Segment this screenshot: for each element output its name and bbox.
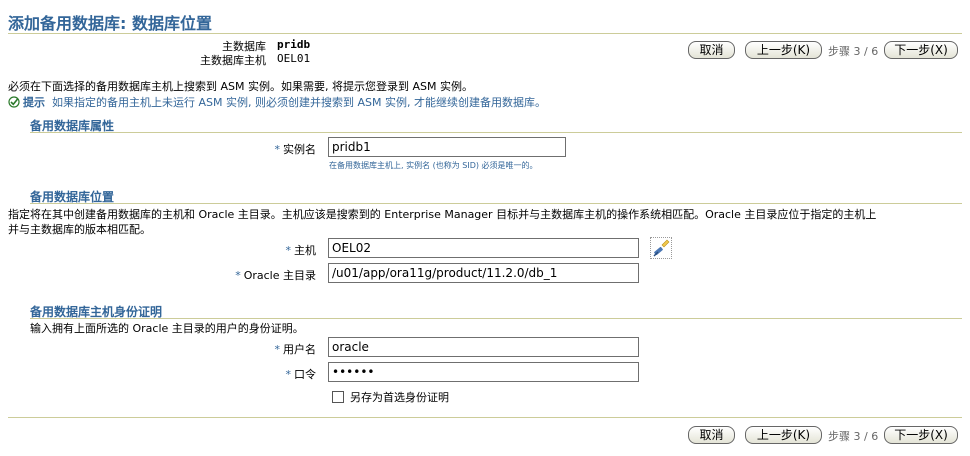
title-divider — [8, 33, 962, 34]
instance-name-input[interactable]: pridb1 — [328, 137, 566, 157]
location-description-line1: 指定将在其中创建备用数据库的主机和 Oracle 主目录。主机应该是搜索到的 E… — [8, 208, 877, 221]
search-host-button[interactable] — [650, 237, 672, 259]
back-button-bottom[interactable]: 上一步(K) — [745, 426, 822, 444]
location-description-line2: 并与主数据库的版本相匹配。 — [8, 223, 151, 236]
step-indicator-top: 步骤 3 / 6 — [828, 45, 879, 58]
host-input[interactable]: OEL02 — [328, 238, 639, 258]
primary-host-value: OEL01 — [277, 52, 311, 65]
oracle-home-label: * Oracle 主目录 — [235, 269, 316, 282]
location-divider — [30, 203, 962, 204]
primary-host-label: 主数据库主机 — [200, 54, 266, 67]
tip-label: 提示 — [23, 96, 45, 109]
attributes-divider — [30, 132, 962, 133]
password-input[interactable]: •••••• — [328, 362, 639, 382]
instance-name-hint: 在备用数据库主机上, 实例名 (也称为 SID) 必须是唯一的。 — [329, 161, 538, 170]
page-title: 添加备用数据库: 数据库位置 — [8, 14, 212, 33]
check-icon — [8, 96, 20, 108]
bottom-divider — [8, 417, 962, 418]
step-indicator-bottom: 步骤 3 / 6 — [828, 430, 879, 443]
host-label: * 主机 — [285, 244, 317, 257]
password-label: * 口令 — [285, 368, 317, 381]
intro-text: 必须在下面选择的备用数据库主机上搜索到 ASM 实例。如果需要, 将提示您登录到… — [8, 80, 473, 93]
flashlight-icon — [651, 238, 671, 258]
username-label: * 用户名 — [274, 343, 317, 356]
tip-row: 提示 如果指定的备用主机上未运行 ASM 实例, 则必须创建并搜索到 ASM 实… — [8, 94, 546, 110]
next-button-bottom[interactable]: 下一步(X) — [884, 426, 958, 444]
primary-db-value: pridb — [277, 38, 311, 51]
next-button-top[interactable]: 下一步(X) — [884, 41, 958, 59]
credentials-divider — [30, 318, 962, 319]
oracle-home-input[interactable]: /u01/app/ora11g/product/11.2.0/db_1 — [328, 263, 639, 283]
save-preferred-label: 另存为首选身份证明 — [350, 391, 449, 404]
back-button-top[interactable]: 上一步(K) — [745, 41, 822, 59]
cancel-button-top[interactable]: 取消 — [688, 41, 735, 59]
tip-text: 如果指定的备用主机上未运行 ASM 实例, 则必须创建并搜索到 ASM 实例, … — [52, 96, 546, 109]
save-preferred-checkbox[interactable] — [332, 391, 344, 403]
save-preferred-row: 另存为首选身份证明 — [332, 389, 449, 405]
instance-name-label: * 实例名 — [274, 143, 317, 156]
credentials-description: 输入拥有上面所选的 Oracle 主目录的用户的身份证明。 — [30, 322, 304, 335]
username-input[interactable]: oracle — [328, 337, 639, 357]
cancel-button-bottom[interactable]: 取消 — [688, 426, 735, 444]
